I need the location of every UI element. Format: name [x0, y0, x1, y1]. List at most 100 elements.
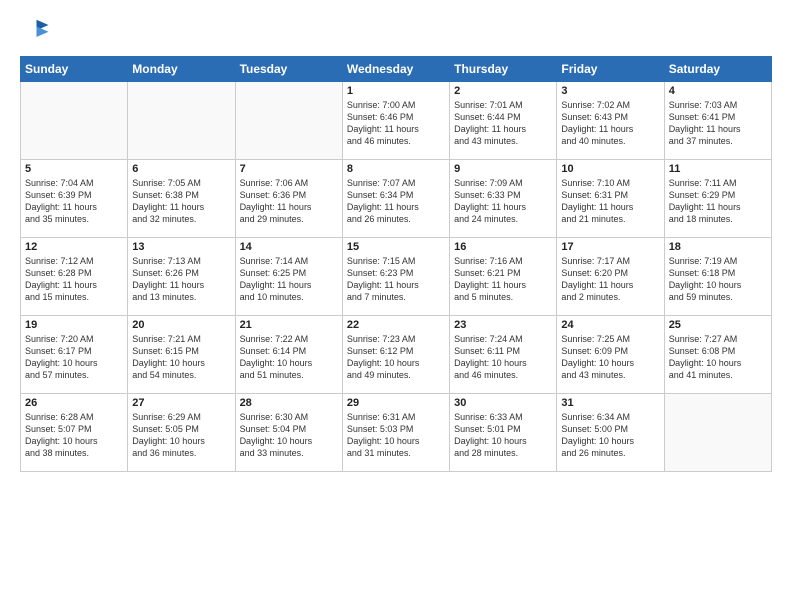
- day-number: 31: [561, 397, 659, 409]
- day-info: Sunrise: 7:06 AM Sunset: 6:36 PM Dayligh…: [240, 177, 338, 226]
- calendar-week-row: 19 Sunrise: 7:20 AM Sunset: 6:17 PM Dayli…: [21, 316, 772, 394]
- day-info: Sunrise: 7:05 AM Sunset: 6:38 PM Dayligh…: [132, 177, 230, 226]
- day-info: Sunrise: 7:24 AM Sunset: 6:11 PM Dayligh…: [454, 333, 552, 382]
- calendar-cell: 28 Sunrise: 6:30 AM Sunset: 5:04 PM Dayli…: [235, 394, 342, 472]
- day-info: Sunrise: 6:28 AM Sunset: 5:07 PM Dayligh…: [25, 411, 123, 460]
- calendar-cell: [235, 82, 342, 160]
- calendar-cell: 26Sunrise: 6:28 AM Sunset: 5:07 PM Dayli…: [21, 394, 128, 472]
- day-number: 21: [240, 319, 338, 331]
- calendar-cell: 9 Sunrise: 7:09 AM Sunset: 6:33 PM Daylig…: [450, 160, 557, 238]
- day-number: 11: [669, 163, 767, 175]
- calendar-cell: [664, 394, 771, 472]
- calendar-cell: 7 Sunrise: 7:06 AM Sunset: 6:36 PM Daylig…: [235, 160, 342, 238]
- day-number: 5: [25, 163, 123, 175]
- calendar-cell: 12 Sunrise: 7:12 AM Sunset: 6:28 PM Dayli…: [21, 238, 128, 316]
- day-info: Sunrise: 7:01 AM Sunset: 6:44 PM Dayligh…: [454, 99, 552, 148]
- calendar-cell: 22 Sunrise: 7:23 AM Sunset: 6:12 PM Dayli…: [342, 316, 449, 394]
- calendar-cell: 11Sunrise: 7:11 AM Sunset: 6:29 PM Dayli…: [664, 160, 771, 238]
- weekday-header-monday: Monday: [128, 57, 235, 82]
- day-info: Sunrise: 7:09 AM Sunset: 6:33 PM Dayligh…: [454, 177, 552, 226]
- day-number: 23: [454, 319, 552, 331]
- day-number: 20: [132, 319, 230, 331]
- day-number: 28: [240, 397, 338, 409]
- day-number: 10: [561, 163, 659, 175]
- day-info: Sunrise: 7:22 AM Sunset: 6:14 PM Dayligh…: [240, 333, 338, 382]
- day-number: 29: [347, 397, 445, 409]
- calendar-cell: 23 Sunrise: 7:24 AM Sunset: 6:11 PM Dayli…: [450, 316, 557, 394]
- day-info: Sunrise: 6:30 AM Sunset: 5:04 PM Dayligh…: [240, 411, 338, 460]
- calendar-cell: 19 Sunrise: 7:20 AM Sunset: 6:17 PM Dayli…: [21, 316, 128, 394]
- day-info: Sunrise: 7:02 AM Sunset: 6:43 PM Dayligh…: [561, 99, 659, 148]
- day-info: Sunrise: 7:12 AM Sunset: 6:28 PM Dayligh…: [25, 255, 123, 304]
- calendar-table: SundayMondayTuesdayWednesdayThursdayFrid…: [20, 56, 772, 472]
- weekday-header-row: SundayMondayTuesdayWednesdayThursdayFrid…: [21, 57, 772, 82]
- calendar-cell: 27Sunrise: 6:29 AM Sunset: 5:05 PM Dayli…: [128, 394, 235, 472]
- day-info: Sunrise: 7:20 AM Sunset: 6:17 PM Dayligh…: [25, 333, 123, 382]
- day-info: Sunrise: 7:07 AM Sunset: 6:34 PM Dayligh…: [347, 177, 445, 226]
- calendar-week-row: 12 Sunrise: 7:12 AM Sunset: 6:28 PM Dayli…: [21, 238, 772, 316]
- day-number: 2: [454, 85, 552, 97]
- calendar-cell: 5 Sunrise: 7:04 AM Sunset: 6:39 PM Daylig…: [21, 160, 128, 238]
- day-info: Sunrise: 7:17 AM Sunset: 6:20 PM Dayligh…: [561, 255, 659, 304]
- calendar-cell: 21 Sunrise: 7:22 AM Sunset: 6:14 PM Dayli…: [235, 316, 342, 394]
- day-number: 17: [561, 241, 659, 253]
- day-info: Sunrise: 6:33 AM Sunset: 5:01 PM Dayligh…: [454, 411, 552, 460]
- calendar-cell: [128, 82, 235, 160]
- calendar-cell: 31 Sunrise: 6:34 AM Sunset: 5:00 PM Dayli…: [557, 394, 664, 472]
- day-number: 24: [561, 319, 659, 331]
- day-number: 9: [454, 163, 552, 175]
- day-info: Sunrise: 7:21 AM Sunset: 6:15 PM Dayligh…: [132, 333, 230, 382]
- calendar-cell: 6 Sunrise: 7:05 AM Sunset: 6:38 PM Daylig…: [128, 160, 235, 238]
- calendar-cell: 4Sunrise: 7:03 AM Sunset: 6:41 PM Daylig…: [664, 82, 771, 160]
- calendar-cell: 18Sunrise: 7:19 AM Sunset: 6:18 PM Dayli…: [664, 238, 771, 316]
- day-number: 4: [669, 85, 767, 97]
- day-number: 18: [669, 241, 767, 253]
- day-info: Sunrise: 7:25 AM Sunset: 6:09 PM Dayligh…: [561, 333, 659, 382]
- calendar-cell: 16Sunrise: 7:16 AM Sunset: 6:21 PM Dayli…: [450, 238, 557, 316]
- calendar-cell: 1 Sunrise: 7:00 AM Sunset: 6:46 PM Daylig…: [342, 82, 449, 160]
- calendar-cell: 14 Sunrise: 7:14 AM Sunset: 6:25 PM Dayli…: [235, 238, 342, 316]
- day-number: 3: [561, 85, 659, 97]
- calendar-cell: 10Sunrise: 7:10 AM Sunset: 6:31 PM Dayli…: [557, 160, 664, 238]
- day-number: 8: [347, 163, 445, 175]
- day-number: 14: [240, 241, 338, 253]
- calendar-week-row: 5 Sunrise: 7:04 AM Sunset: 6:39 PM Daylig…: [21, 160, 772, 238]
- day-info: Sunrise: 7:15 AM Sunset: 6:23 PM Dayligh…: [347, 255, 445, 304]
- day-info: Sunrise: 7:23 AM Sunset: 6:12 PM Dayligh…: [347, 333, 445, 382]
- day-number: 16: [454, 241, 552, 253]
- day-info: Sunrise: 7:13 AM Sunset: 6:26 PM Dayligh…: [132, 255, 230, 304]
- day-number: 13: [132, 241, 230, 253]
- day-number: 22: [347, 319, 445, 331]
- day-number: 12: [25, 241, 123, 253]
- day-info: Sunrise: 7:04 AM Sunset: 6:39 PM Dayligh…: [25, 177, 123, 226]
- calendar-week-row: 26Sunrise: 6:28 AM Sunset: 5:07 PM Dayli…: [21, 394, 772, 472]
- day-info: Sunrise: 6:29 AM Sunset: 5:05 PM Dayligh…: [132, 411, 230, 460]
- weekday-header-thursday: Thursday: [450, 57, 557, 82]
- day-number: 19: [25, 319, 123, 331]
- calendar-header: SundayMondayTuesdayWednesdayThursdayFrid…: [21, 57, 772, 82]
- weekday-header-friday: Friday: [557, 57, 664, 82]
- day-number: 6: [132, 163, 230, 175]
- day-number: 1: [347, 85, 445, 97]
- day-info: Sunrise: 7:14 AM Sunset: 6:25 PM Dayligh…: [240, 255, 338, 304]
- calendar-cell: [21, 82, 128, 160]
- day-number: 25: [669, 319, 767, 331]
- calendar-cell: 2 Sunrise: 7:01 AM Sunset: 6:44 PM Daylig…: [450, 82, 557, 160]
- day-number: 15: [347, 241, 445, 253]
- calendar-cell: 13 Sunrise: 7:13 AM Sunset: 6:26 PM Dayli…: [128, 238, 235, 316]
- calendar-cell: 17 Sunrise: 7:17 AM Sunset: 6:20 PM Dayli…: [557, 238, 664, 316]
- day-info: Sunrise: 7:00 AM Sunset: 6:46 PM Dayligh…: [347, 99, 445, 148]
- calendar-cell: 3 Sunrise: 7:02 AM Sunset: 6:43 PM Daylig…: [557, 82, 664, 160]
- logo-icon: [20, 16, 50, 46]
- calendar-cell: 25Sunrise: 7:27 AM Sunset: 6:08 PM Dayli…: [664, 316, 771, 394]
- header: [20, 16, 772, 46]
- day-info: Sunrise: 6:34 AM Sunset: 5:00 PM Dayligh…: [561, 411, 659, 460]
- calendar-body: 1 Sunrise: 7:00 AM Sunset: 6:46 PM Daylig…: [21, 82, 772, 472]
- calendar-cell: 30Sunrise: 6:33 AM Sunset: 5:01 PM Dayli…: [450, 394, 557, 472]
- day-number: 7: [240, 163, 338, 175]
- main-container: SundayMondayTuesdayWednesdayThursdayFrid…: [0, 0, 792, 612]
- calendar-cell: 24 Sunrise: 7:25 AM Sunset: 6:09 PM Dayli…: [557, 316, 664, 394]
- calendar-cell: 15 Sunrise: 7:15 AM Sunset: 6:23 PM Dayli…: [342, 238, 449, 316]
- weekday-header-tuesday: Tuesday: [235, 57, 342, 82]
- calendar-week-row: 1 Sunrise: 7:00 AM Sunset: 6:46 PM Daylig…: [21, 82, 772, 160]
